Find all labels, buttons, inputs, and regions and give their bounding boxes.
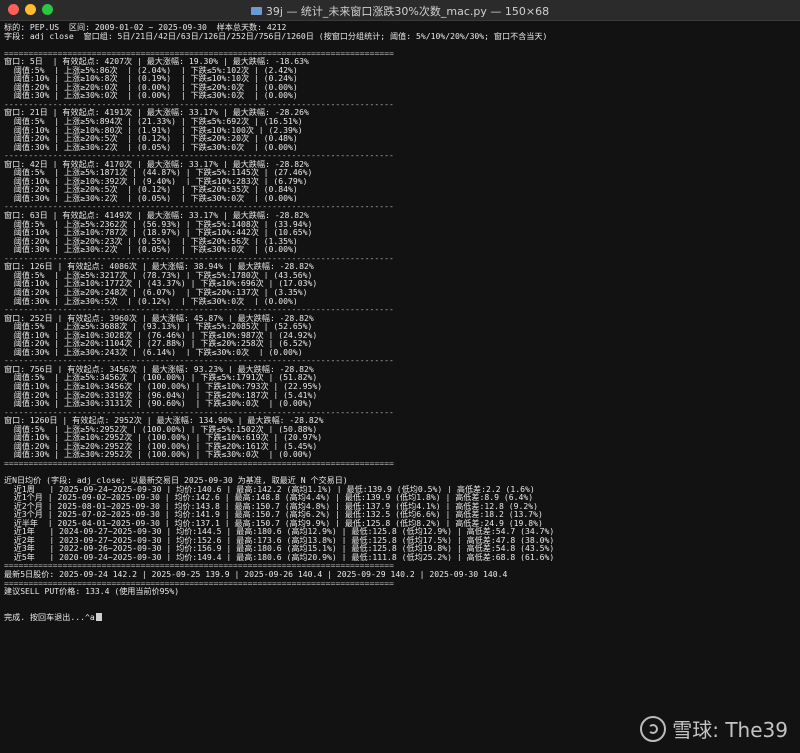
terminal-line: 阈值:20% | 上涨≥20%:5次 | (0.12%) | 下跌≤20%:35… [4, 185, 298, 194]
terminal-line: 阈值:30% | 上涨≥30%:2952次 | (100.00%) | 下跌≤3… [4, 450, 313, 459]
terminal-line: 阈值:20% | 上涨≥20%:248次 | (6.07%) | 下跌≤20%:… [4, 287, 308, 297]
terminal-line: 阈值:5% | 上涨≥5%:2362次 | (56.93%) | 下跌≤5%:1… [4, 219, 313, 229]
terminal-line: ----------------------------------------… [4, 356, 394, 365]
watermark: 雪球: The39 [640, 714, 788, 743]
terminal-line: 阈值:30% | 上涨≥30%:2次 | (0.05%) | 下跌≤30%:0次… [4, 142, 298, 152]
terminal-line: 阈值:20% | 上涨≥20%:1104次 | (27.88%) | 下跌≤20… [4, 339, 313, 348]
terminal-line: 近3年 | 2022-09-26~2025-09-30 | 均价:156.9 |… [4, 544, 555, 553]
terminal-line: ========================================… [4, 48, 394, 58]
terminal-line: 阈值:20% | 上涨≥20%:5次 | (0.12%) | 下跌≤20%:20… [4, 134, 298, 143]
terminal-content[interactable]: 标的: PEP.US 区间: 2009-01-02 ~ 2025-09-30 样… [0, 21, 800, 753]
terminal-line: 阈值:20% | 上涨≥20%:0次 | (0.00%) | 下跌≤20%:0次… [4, 82, 298, 92]
terminal-line: 完成. 按回车退出...^a [4, 612, 800, 622]
terminal-line: 近2个月 | 2025-08-01~2025-09-30 | 均价:143.8 … [4, 501, 538, 511]
terminal-line: 近5年 | 2020-09-24~2025-09-30 | 均价:149.4 |… [4, 552, 555, 562]
text-cursor [95, 612, 102, 621]
terminal-line: ----------------------------------------… [4, 407, 394, 417]
terminal-line: 阈值:5% | 上涨≥5%:3217次 | (78.73%) | 下跌≤5%:1… [4, 270, 313, 280]
terminal-line: 阈值:10% | 上涨≥10%:392次 | (9.40%) | 下跌≤10%:… [4, 176, 308, 186]
terminal-line: ----------------------------------------… [4, 151, 394, 160]
terminal-line: 窗口: 63日 | 有效起点: 4149次 | 最大涨幅: 33.17% | 最… [4, 211, 309, 220]
terminal-line: 窗口: 1260日 | 有效起点: 2952次 | 最大涨幅: 134.90% … [4, 416, 324, 425]
terminal-line: 阈值:10% | 上涨≥10%:80次 | (1.91%) | 下跌≤10%:1… [4, 125, 303, 135]
terminal-line: 阈值:30% | 上涨≥30%:2次 | (0.05%) | 下跌≤30%:0次… [4, 193, 298, 203]
terminal-line: ----------------------------------------… [4, 253, 394, 263]
terminal-line: 近N日均价 (字段: adj_close; 以最新交易日 2025-09-30 … [4, 475, 348, 485]
terminal-line: 阈值:10% | 上涨≥10%:787次 | (18.97%) | 下跌≤10%… [4, 228, 313, 237]
terminal-line: ========================================… [4, 561, 394, 570]
terminal-line: 阈值:30% | 上涨≥30%:243次 | (6.14%) | 下跌≤30%:… [4, 347, 303, 357]
terminal-line: ========================================… [4, 458, 394, 468]
terminal-line: ========================================… [4, 578, 394, 588]
terminal-line: 阈值:10% | 上涨≥10%:2952次 | (100.00%) | 下跌≤1… [4, 433, 323, 442]
terminal-line: 窗口: 126日 | 有效起点: 4086次 | 最大涨幅: 38.94% | … [4, 262, 314, 271]
terminal-line: 阈值:5% | 上涨≥5%:3688次 | (93.13%) | 下跌≤5%:2… [4, 322, 313, 331]
terminal-line: 最新5日股价: 2025-09-24 142.2 | 2025-09-25 13… [4, 570, 508, 579]
window-title: 39j — 统计_未来窗口涨跌30%次数_mac.py — 150×68 [265, 5, 550, 18]
terminal-line: 阈值:20% | 上涨≥20%:23次 | (0.55%) | 下跌≤20%:5… [4, 236, 298, 246]
terminal-line: 阈值:10% | 上涨≥10%:1772次 | (43.37%) | 下跌≤10… [4, 279, 318, 288]
folder-icon [250, 7, 262, 15]
terminal-line: 阈值:5% | 上涨≥5%:3456次 | (100.00%) | 下跌≤5%:… [4, 373, 318, 382]
terminal-line: 窗口: 5日 | 有效起点: 4207次 | 最大涨幅: 19.30% | 最大… [4, 57, 309, 66]
terminal-line: ----------------------------------------… [4, 305, 394, 314]
terminal-line: 阈值:10% | 上涨≥10%:3028次 | (76.46%) | 下跌≤10… [4, 330, 318, 340]
title-bar: 39j — 统计_未来窗口涨跌30%次数_mac.py — 150×68 [0, 0, 800, 21]
terminal-line: 阈值:5% | 上涨≥5%:894次 | (21.33%) | 下跌≤5%:69… [4, 117, 303, 126]
terminal-line: 阈值:30% | 上涨≥30%:5次 | (0.12%) | 下跌≤30%:0次… [4, 296, 298, 306]
terminal-line: ----------------------------------------… [4, 202, 394, 212]
terminal-line: 窗口: 21日 | 有效起点: 4191次 | 最大涨幅: 33.17% | 最… [4, 108, 309, 118]
watermark-text: 雪球: The39 [672, 718, 788, 742]
terminal-line: 阈值:5% | 上涨≥5%:86次 | (2.04%) | 下跌≤5%:102次… [4, 65, 298, 75]
terminal-line: 阈值:20% | 上涨≥20%:2952次 | (100.00%) | 下跌≤2… [4, 441, 318, 451]
terminal-line: 阈值:5% | 上涨≥5%:1871次 | (44.87%) | 下跌≤5%:1… [4, 168, 313, 177]
terminal-line: 阈值:10% | 上涨≥10%:3456次 | (100.00%) | 下跌≤1… [4, 381, 323, 391]
terminal-line: 近3个月 | 2025-07-02~2025-09-30 | 均价:141.9 … [4, 510, 543, 519]
terminal-line: 近1个月 | 2025-09-02~2025-09-30 | 均价:142.6 … [4, 493, 534, 502]
terminal-line: 建议SELL PUT价格: 133.4 (使用当前价95%) [4, 587, 180, 596]
terminal-line: 阈值:30% | 上涨≥30%:0次 | (0.00%) | 下跌≤30%:0次… [4, 91, 298, 100]
terminal-line: 阈值:20% | 上涨≥20%:3319次 | (96.04%) | 下跌≤20… [4, 390, 318, 400]
terminal-line: 窗口: 42日 | 有效起点: 4170次 | 最大涨幅: 33.17% | 最… [4, 159, 309, 169]
terminal-line: 字段: adj_close 窗口组: 5日/21日/42日/63日/126日/2… [4, 31, 548, 41]
terminal-line: 阈值:10% | 上涨≥10%:8次 | (0.19%) | 下跌≤10%:10… [4, 74, 298, 83]
terminal-line: 近1周 | 2025-09-24~2025-09-30 | 均价:140.6 |… [4, 484, 535, 494]
snowball-logo-icon [640, 715, 667, 742]
terminal-line: 标的: PEP.US 区间: 2009-01-02 ~ 2025-09-30 样… [4, 23, 287, 32]
terminal-line: 阈值:5% | 上涨≥5%:2952次 | (100.00%) | 下跌≤5%:… [4, 424, 318, 434]
terminal-line: 阈值:30% | 上涨≥30%:2次 | (0.05%) | 下跌≤30%:0次… [4, 245, 298, 254]
terminal-line: 近1年 | 2024-09-27~2025-09-30 | 均价:144.5 |… [4, 527, 555, 536]
terminal-line: 近半年 | 2025-04-01~2025-09-30 | 均价:137.1 |… [4, 518, 543, 528]
terminal-line: 阈值:30% | 上涨≥30%:3131次 | (90.60%) | 下跌≤30… [4, 399, 313, 408]
terminal-window: 39j — 统计_未来窗口涨跌30%次数_mac.py — 150×68 标的:… [0, 0, 800, 753]
terminal-line: ----------------------------------------… [4, 99, 394, 109]
terminal-line: 窗口: 252日 | 有效起点: 3960次 | 最大涨幅: 45.87% | … [4, 313, 314, 323]
terminal-line: 窗口: 756日 | 有效起点: 3456次 | 最大涨幅: 93.23% | … [4, 364, 314, 374]
terminal-line: 近2年 | 2023-09-27~2025-09-30 | 均价:152.6 |… [4, 535, 555, 545]
window-title-area: 39j — 统计_未来窗口涨跌30%次数_mac.py — 150×68 [0, 3, 800, 19]
terminal-output: 标的: PEP.US 区间: 2009-01-02 ~ 2025-09-30 样… [4, 23, 800, 621]
